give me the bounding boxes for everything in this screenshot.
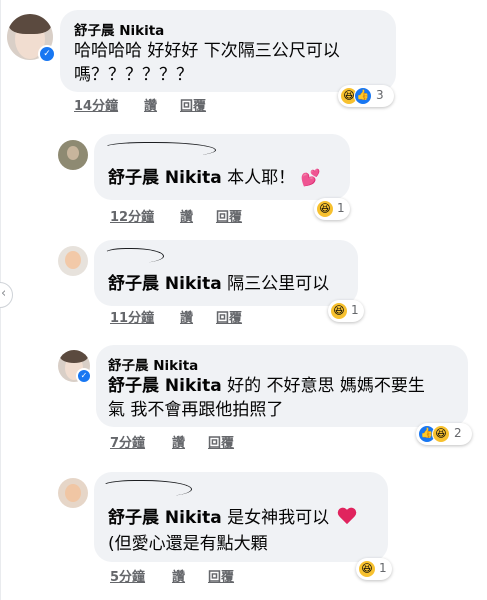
commenter-name[interactable]: 舒子晨 Nikita (108, 354, 198, 374)
verified-badge-icon: ✓ (38, 45, 56, 63)
commenter-name[interactable]: 舒子晨 Nikita (74, 19, 164, 39)
comment-text-body: 隔三公里可以 (227, 274, 330, 294)
avatar[interactable] (58, 140, 88, 170)
reaction-summary[interactable]: 😆 1 (328, 300, 364, 322)
timestamp[interactable]: 11分鐘 (110, 307, 154, 326)
haha-icon: 😆 (330, 302, 348, 320)
like-button[interactable]: 讚 (180, 307, 193, 326)
comment-text-line2: 嗎？？？？？？ (74, 65, 193, 85)
like-button[interactable]: 讚 (172, 432, 185, 451)
comment-bubble: 舒子晨 Nikita 是女神我可以 (但愛心還是有點大顆 (94, 472, 388, 562)
comment-text-line1: 舒子晨 Nikita 是女神我可以 (108, 506, 357, 530)
comment-text: 舒子晨 Nikita 本人耶！ 💕 (108, 166, 320, 190)
comment-bubble: 舒子晨 Nikita 舒子晨 Nikita 好的 不好意思 媽媽不要生 氣 我不… (96, 345, 468, 427)
timestamp[interactable]: 7分鐘 (110, 432, 145, 451)
verified-badge-icon: ✓ (76, 368, 92, 384)
reply-button[interactable]: 回覆 (216, 206, 242, 225)
like-button[interactable]: 讚 (172, 566, 185, 585)
reaction-summary[interactable]: 👍 😆 2 (416, 423, 472, 445)
tagged-name[interactable]: 舒子晨 Nikita (108, 274, 222, 294)
reaction-count: 2 (454, 426, 462, 440)
redacted-name-scribble (102, 480, 192, 497)
two-hearts-emoji: 💕 (300, 168, 321, 187)
comment-text: 舒子晨 Nikita 隔三公里可以 (108, 272, 329, 296)
reaction-summary[interactable]: 😆 1 (356, 558, 392, 580)
reaction-summary[interactable]: 😆 1 (314, 198, 350, 220)
reply-button[interactable]: 回覆 (216, 307, 242, 326)
reply-button[interactable]: 回覆 (180, 95, 206, 114)
reaction-summary[interactable]: 😆 👍 3 (338, 85, 394, 107)
reaction-count: 1 (337, 201, 345, 215)
haha-icon: 😆 (432, 425, 450, 443)
timestamp[interactable]: 14分鐘 (74, 95, 118, 114)
like-button[interactable]: 讚 (180, 206, 193, 225)
tagged-name[interactable]: 舒子晨 Nikita (108, 376, 222, 396)
reaction-count: 3 (376, 88, 384, 102)
avatar[interactable] (58, 478, 88, 508)
comment-bubble: 舒子晨 Nikita 隔三公里可以 (94, 240, 358, 306)
redacted-name-scribble (104, 142, 216, 157)
haha-icon: 😆 (358, 560, 376, 578)
comment-text-line2: (但愛心還是有點大顆 (108, 534, 268, 554)
chevron-left-icon: ‹ (1, 286, 7, 301)
comment-text-body: 是女神我可以 (227, 508, 330, 528)
tagged-name[interactable]: 舒子晨 Nikita (108, 168, 222, 188)
redacted-name-scribble (104, 248, 164, 263)
comment-bubble: 舒子晨 Nikita 哈哈哈哈 好好好 下次隔三公尺可以 嗎？？？？？？ (60, 10, 396, 92)
comment-text-body: 好的 不好意思 媽媽不要生 (227, 376, 425, 396)
tagged-name[interactable]: 舒子晨 Nikita (108, 508, 222, 528)
haha-icon: 😆 (316, 200, 334, 218)
reply-button[interactable]: 回覆 (208, 432, 234, 451)
comment-bubble: 舒子晨 Nikita 本人耶！ 💕 (94, 134, 350, 200)
previous-nav-button[interactable]: ‹ (0, 282, 13, 308)
timestamp[interactable]: 5分鐘 (110, 566, 145, 585)
avatar[interactable] (58, 246, 88, 276)
reaction-count: 1 (351, 303, 359, 317)
red-heart-emoji (337, 508, 357, 526)
comment-text-body: 本人耶！ (227, 168, 296, 188)
like-icon: 👍 (354, 87, 372, 105)
like-button[interactable]: 讚 (144, 95, 157, 114)
reply-button[interactable]: 回覆 (208, 566, 234, 585)
timestamp[interactable]: 12分鐘 (110, 206, 154, 225)
reaction-count: 1 (379, 561, 387, 575)
comment-text-line1: 舒子晨 Nikita 好的 不好意思 媽媽不要生 (108, 374, 425, 398)
comment-text-line2: 氣 我不會再跟他拍照了 (108, 400, 284, 420)
comment-text-line1: 哈哈哈哈 好好好 下次隔三公尺可以 (74, 41, 340, 61)
